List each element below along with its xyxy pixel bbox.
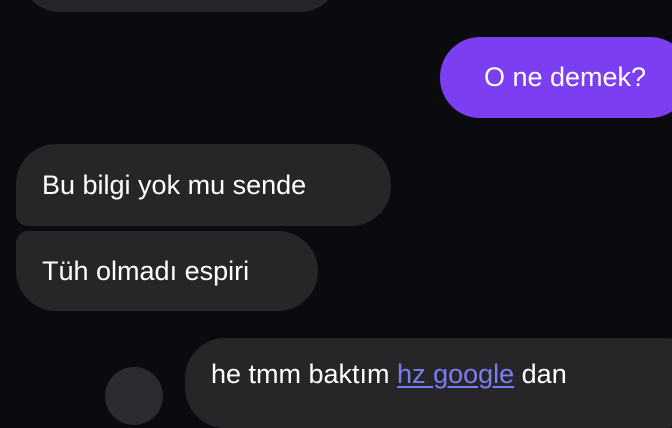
chat-thread: O ne demek? Bu bilgi yok mu sende Tüh ol… — [0, 0, 672, 428]
message-bubble-outgoing[interactable]: O ne demek? — [440, 37, 672, 118]
message-bubble-incoming[interactable]: Bu bilgi yok mu sende — [16, 144, 391, 226]
message-text-before-link: he tmm baktım — [211, 359, 398, 389]
sender-avatar[interactable] — [105, 367, 163, 425]
message-link[interactable]: hz google — [397, 361, 514, 388]
message-text: O ne demek? — [483, 62, 647, 92]
message-bubble-incoming[interactable]: Tüh olmadı espiri — [16, 231, 318, 311]
message-text: Tüh olmadı espiri — [42, 255, 250, 286]
message-text-after-link: dan — [514, 359, 567, 389]
message-bubble-partial[interactable] — [20, 0, 340, 12]
message-text: Bu bilgi yok mu sende — [42, 169, 307, 200]
message-bubble-incoming[interactable]: he tmm baktım hz google dan — [185, 338, 672, 428]
